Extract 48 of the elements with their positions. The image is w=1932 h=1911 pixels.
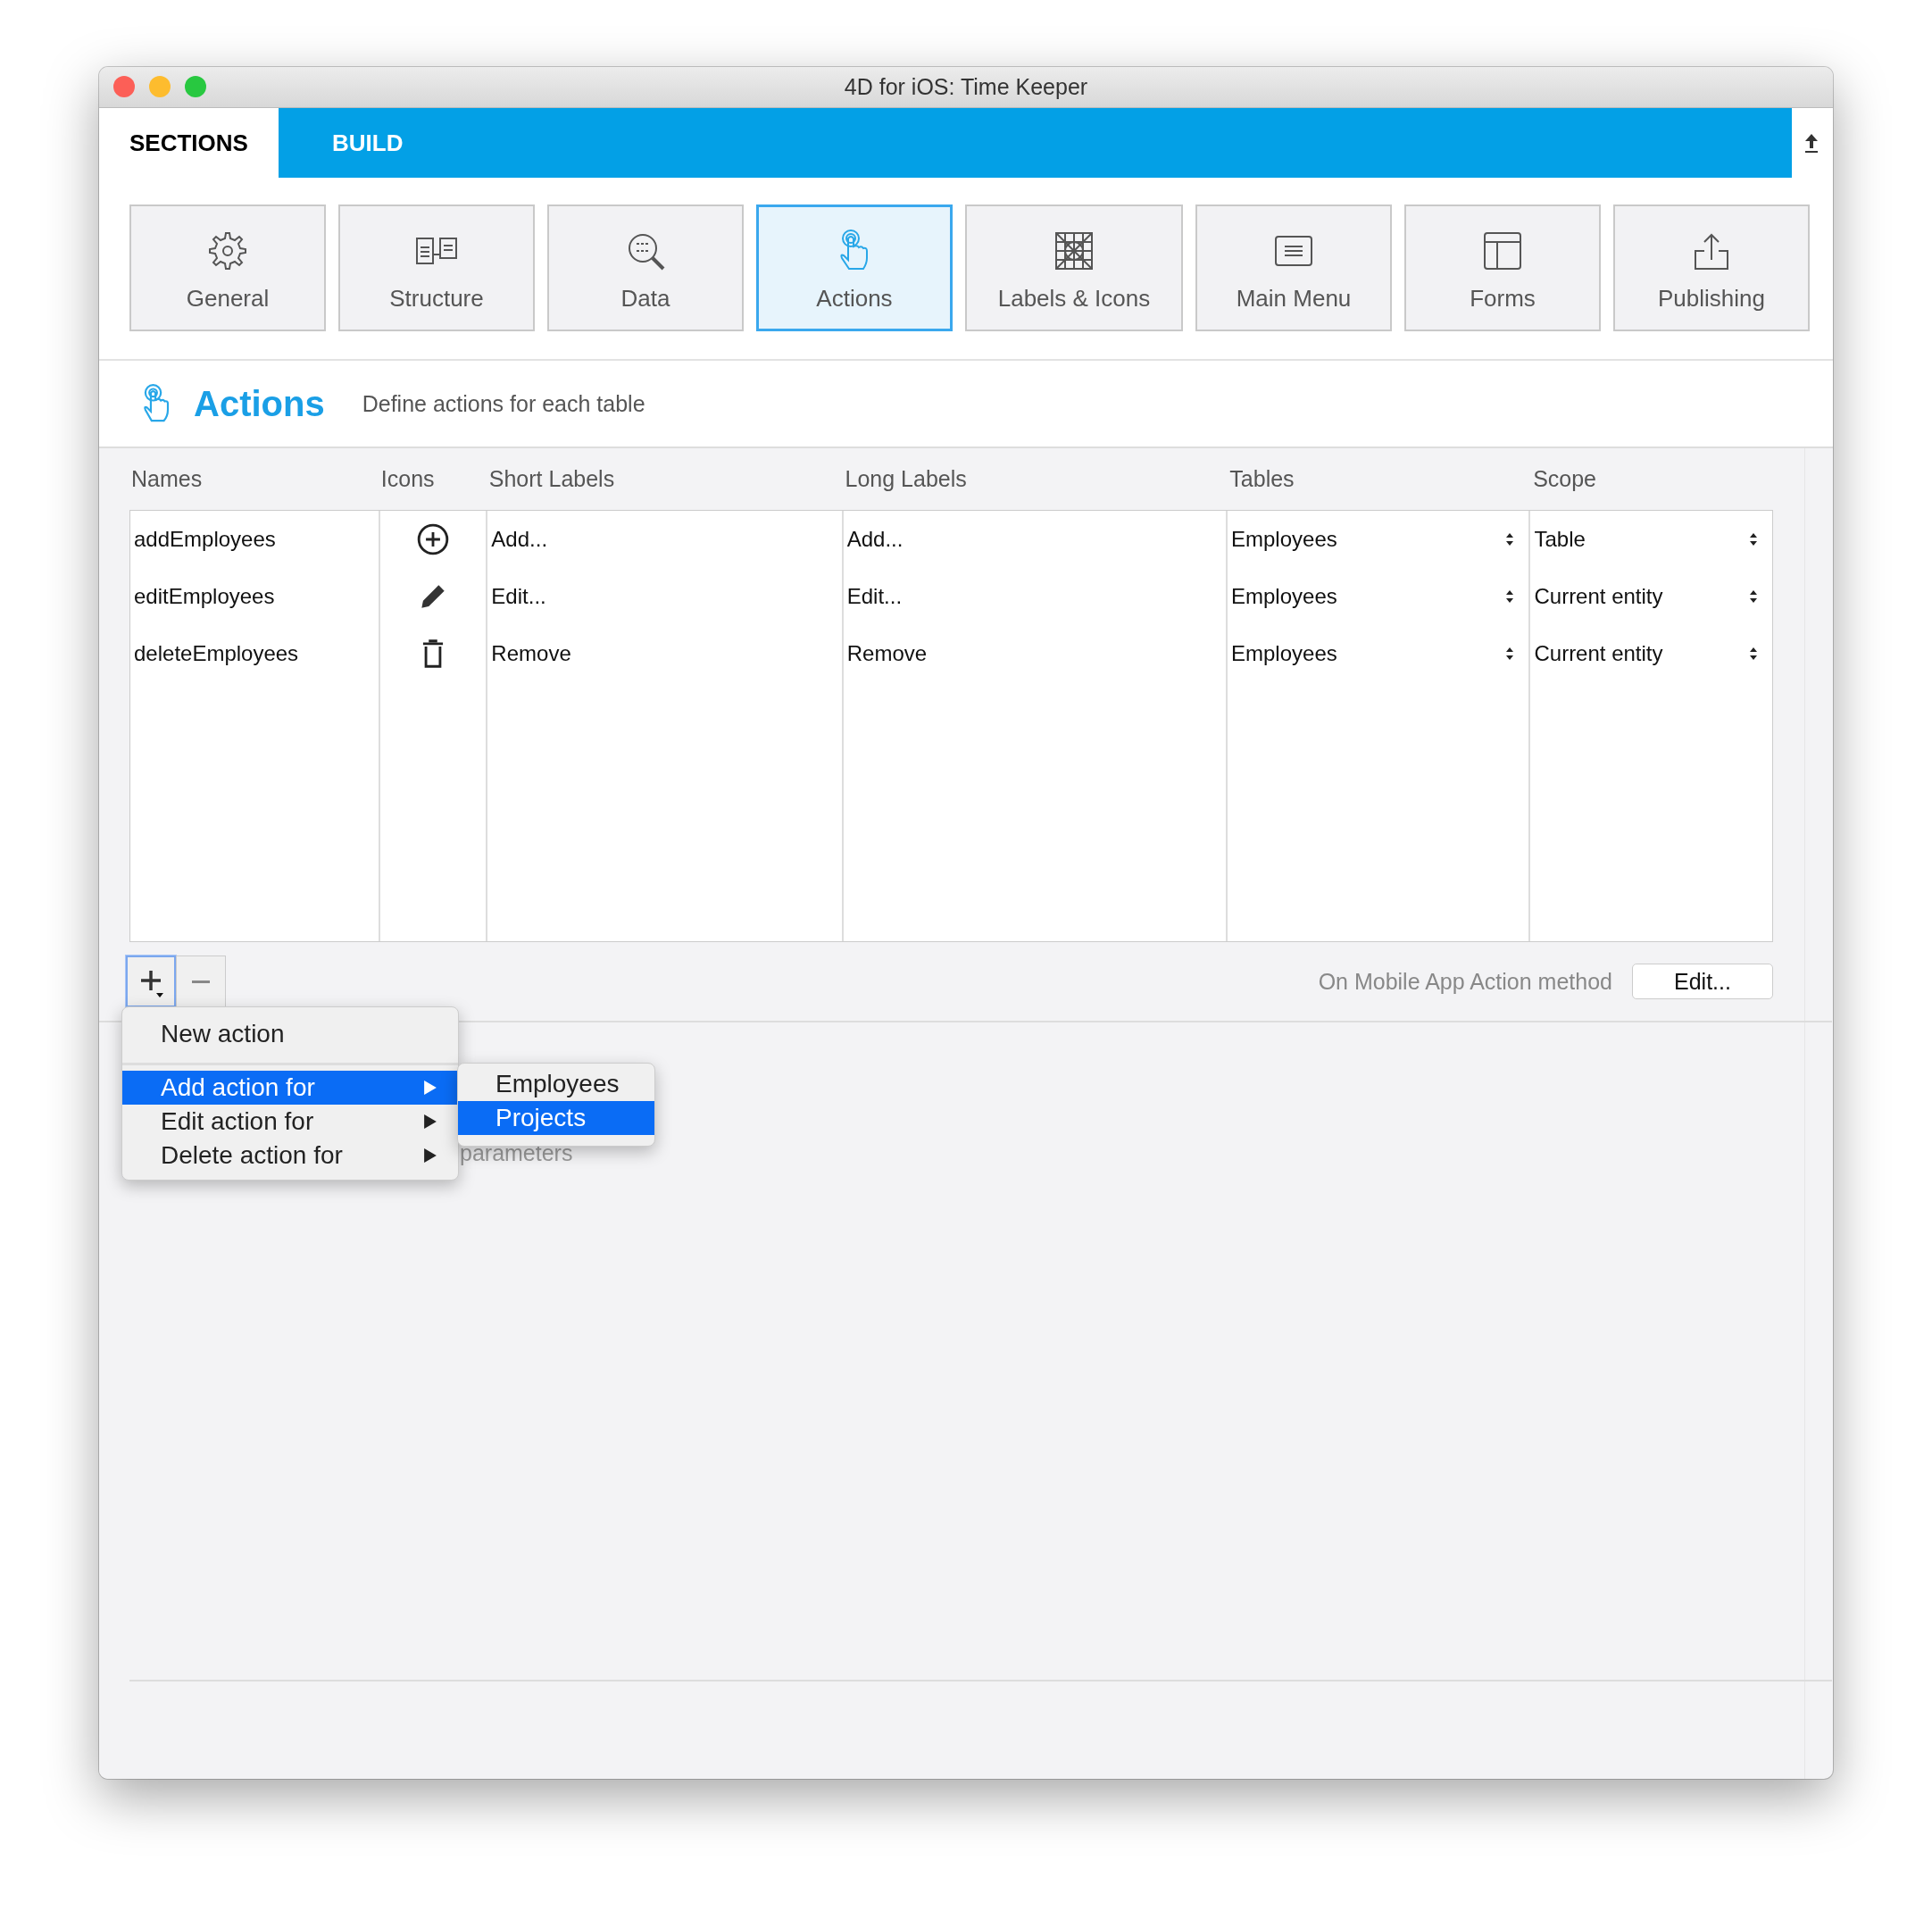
menu-item[interactable]: Add action for	[122, 1071, 458, 1105]
table-cell-popup[interactable]: Employees	[1231, 641, 1526, 666]
method-label: On Mobile App Action method	[1318, 968, 1612, 995]
add-button[interactable]	[126, 956, 176, 1007]
table-cell-popup[interactable]: Employees	[1231, 527, 1526, 552]
submenu-arrow-icon	[424, 1114, 437, 1129]
table-cell[interactable]: editEmployees	[134, 584, 275, 609]
menu-item[interactable]: Employees	[458, 1067, 654, 1101]
column-header: Names	[130, 466, 204, 492]
column-header: Short Labels	[487, 466, 616, 492]
section-button[interactable]: Main Menu	[1195, 204, 1392, 331]
table-cell[interactable]: deleteEmployees	[134, 641, 299, 666]
section-title: Actions	[194, 383, 325, 424]
submenu-arrow-icon	[424, 1148, 437, 1163]
menu-item[interactable]: Delete action for	[122, 1139, 458, 1172]
table-cell[interactable]: addEmployees	[134, 527, 276, 552]
edit-button[interactable]: Edit...	[1632, 964, 1773, 999]
column-header: Tables	[1228, 466, 1295, 492]
section-button[interactable]: Actions	[756, 204, 953, 331]
menu-item[interactable]: Projects	[458, 1101, 654, 1135]
table-cell[interactable]: Edit...	[846, 584, 903, 609]
column-header: Icons	[379, 466, 436, 492]
section-button[interactable]: Forms	[1404, 204, 1601, 331]
table-cell[interactable]: Add...	[491, 527, 548, 552]
table-cell[interactable]: Add...	[846, 527, 904, 552]
table-cell-popup[interactable]: Table	[1534, 527, 1769, 552]
section-button[interactable]: Structure	[338, 204, 535, 331]
add-icon[interactable]	[415, 522, 450, 556]
section-button[interactable]: Data	[547, 204, 744, 331]
section-button[interactable]: Labels & Icons	[965, 204, 1183, 331]
section-description: Define actions for each table	[362, 390, 645, 417]
column-header: Scope	[1532, 466, 1598, 492]
parameters-label: parameters	[460, 1140, 573, 1166]
minus-icon	[192, 980, 210, 983]
section-button[interactable]: Publishing	[1613, 204, 1810, 331]
table-cell-popup[interactable]: Employees	[1231, 584, 1526, 609]
menu-item[interactable]: New action	[122, 1013, 458, 1056]
window-title: 4D for iOS: Time Keeper	[844, 74, 1088, 100]
table-cell[interactable]: Edit...	[491, 584, 546, 609]
table-cell-popup[interactable]: Current entity	[1534, 641, 1769, 666]
section-button[interactable]: General	[129, 204, 326, 331]
table-cell[interactable]: Remove	[846, 641, 928, 666]
menu-item[interactable]: Edit action for	[122, 1105, 458, 1139]
table-cell-popup[interactable]: Current entity	[1534, 584, 1769, 609]
column-header: Long Labels	[844, 466, 968, 492]
submenu-arrow-icon	[424, 1081, 437, 1095]
table-cell[interactable]: Remove	[491, 641, 571, 666]
upload-icon[interactable]	[1803, 132, 1820, 154]
